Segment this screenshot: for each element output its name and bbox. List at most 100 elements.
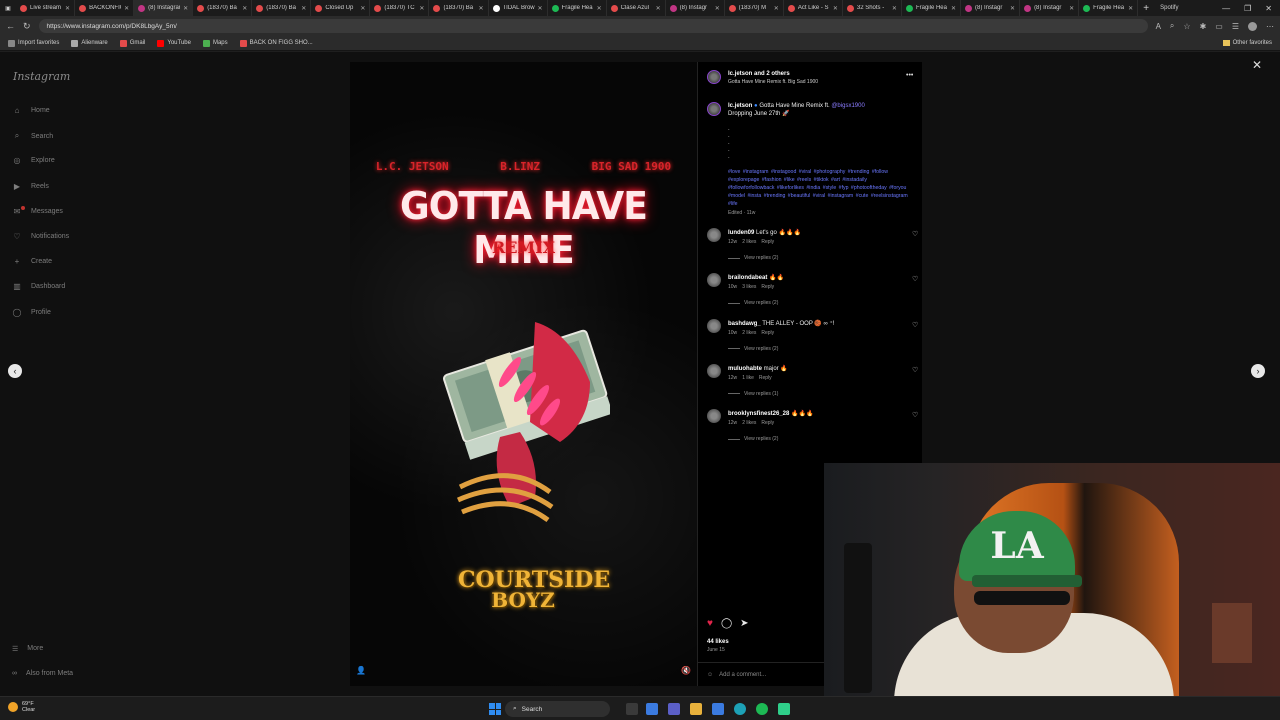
back-icon[interactable]: ← — [6, 21, 15, 31]
sidebar-item-explore[interactable]: ◎ Explore — [12, 156, 55, 165]
sidebar-item-search[interactable]: ⌕ Search — [12, 131, 53, 141]
comment-likes[interactable]: 2 likes — [742, 239, 756, 245]
sidebar-item-reels[interactable]: ▶ Reels — [12, 182, 49, 191]
app-icon[interactable] — [778, 703, 790, 715]
split-screen-icon[interactable]: ▭ — [1215, 22, 1223, 31]
zoom-icon[interactable]: ⌕ — [1170, 21, 1174, 31]
heart-outline-icon[interactable]: ♡ — [912, 321, 918, 329]
browser-tab[interactable]: (18370) Ba ✕ — [252, 0, 312, 16]
browser-tab[interactable]: Live stream ✕ — [16, 0, 76, 16]
other-favorites[interactable]: Other favorites — [1222, 40, 1272, 46]
tab-close-icon[interactable]: ✕ — [301, 5, 306, 12]
sidebar-item-home[interactable]: ⌂ Home — [12, 106, 50, 115]
comment-likes[interactable]: 2 likes — [742, 420, 756, 426]
browser-menu-icon[interactable]: ⋯ — [1266, 22, 1274, 31]
caption-hashtags[interactable]: #love #instagram #instagood #viral #phot… — [728, 168, 913, 208]
heart-outline-icon[interactable]: ♡ — [912, 230, 918, 238]
sidebar-item-dashboard[interactable]: ▥ Dashboard — [12, 282, 65, 291]
browser-tab[interactable]: (8) Instagram ✕ — [134, 0, 194, 16]
post-author[interactable]: lc.jetson and 2 others — [728, 71, 790, 77]
commenter-avatar[interactable] — [707, 273, 721, 288]
comment-likes[interactable]: 1 like — [742, 375, 754, 381]
sidebar-item-more[interactable]: ☰ More — [12, 645, 43, 653]
taskbar-search[interactable]: ⌕ Search — [505, 701, 610, 717]
view-replies-button[interactable]: View replies (2) — [728, 436, 778, 442]
tab-close-icon[interactable]: ✕ — [892, 5, 897, 12]
tab-close-icon[interactable]: ✕ — [715, 5, 720, 12]
read-aloud-icon[interactable]: A — [1156, 22, 1161, 31]
bookmark-item[interactable]: YouTube — [157, 39, 191, 47]
spotify-icon[interactable] — [756, 703, 768, 715]
view-replies-button[interactable]: View replies (2) — [728, 300, 778, 306]
extensions-icon[interactable]: ✱ — [1200, 22, 1207, 31]
commenter-username[interactable]: bashdawg_ — [728, 321, 761, 327]
minimize-icon[interactable]: — — [1222, 4, 1230, 13]
reply-button[interactable]: Reply — [759, 375, 772, 381]
commenter-avatar[interactable] — [707, 228, 721, 242]
heart-outline-icon[interactable]: ♡ — [912, 275, 918, 283]
tab-close-icon[interactable]: ✕ — [1128, 5, 1133, 12]
share-icon[interactable]: ➤ — [740, 618, 748, 629]
tab-close-icon[interactable]: ✕ — [597, 5, 602, 12]
emoji-icon[interactable]: ☺ — [707, 672, 713, 678]
commenter-avatar[interactable] — [707, 363, 721, 378]
tab-close-icon[interactable]: ✕ — [1069, 5, 1074, 12]
sidebar-item-messages[interactable]: ✉ Messages — [12, 205, 63, 216]
tab-close-icon[interactable]: ✕ — [419, 5, 424, 12]
browser-tab[interactable]: (8) Instagr ✕ — [1020, 0, 1080, 16]
commenter-username[interactable]: brailondabeat — [728, 275, 767, 281]
caption-mention[interactable]: @bigsx1900 — [831, 103, 864, 109]
bookmark-item[interactable]: Gmail — [119, 39, 145, 47]
reply-button[interactable]: Reply — [761, 284, 774, 290]
comment-likes[interactable]: 2 likes — [742, 330, 756, 336]
weather-widget[interactable]: 69°F Clear — [8, 701, 35, 713]
more-options-icon[interactable]: ••• — [906, 72, 913, 79]
sidebar-item-also-from-meta[interactable]: ∞ Also from Meta — [12, 670, 73, 677]
browser-tab[interactable]: TIDAL Brow ✕ — [489, 0, 548, 16]
tab-close-icon[interactable]: ✕ — [183, 5, 188, 12]
start-button[interactable] — [489, 703, 501, 715]
browser-tab[interactable]: Act Like - S ✕ — [784, 0, 843, 16]
profile-avatar[interactable] — [1248, 21, 1257, 31]
copilot-icon[interactable] — [646, 703, 658, 715]
store-icon[interactable] — [712, 703, 724, 715]
commenter-username[interactable]: brooklynsfinest26_28 — [728, 411, 789, 417]
browser-tab[interactable]: Fragile Hea ✕ — [548, 0, 607, 16]
maximize-icon[interactable]: ❐ — [1244, 4, 1251, 13]
teams-icon[interactable] — [668, 703, 680, 715]
commenter-username[interactable]: lunden09 — [728, 230, 754, 236]
view-replies-button[interactable]: View replies (2) — [728, 346, 778, 352]
browser-tab[interactable]: (18370) Ba ✕ — [193, 0, 253, 16]
tab-close-icon[interactable]: ✕ — [538, 5, 543, 12]
heart-filled-icon[interactable]: ♥ — [707, 618, 713, 629]
tab-close-icon[interactable]: ✕ — [951, 5, 956, 12]
comment-likes[interactable]: 3 likes — [742, 284, 756, 290]
browser-tab[interactable]: (18370) TC ✕ — [370, 0, 430, 16]
browser-tab[interactable]: 32 Shots - ✕ — [843, 0, 902, 16]
refresh-icon[interactable]: ↻ — [23, 21, 31, 32]
browser-tab[interactable]: BACKONFIG ✕ — [75, 0, 135, 16]
browser-tab[interactable]: (8) Instagr ✕ — [961, 0, 1021, 16]
mute-icon[interactable]: 🔇 — [681, 666, 691, 676]
post-audio-label[interactable]: Gotta Have Mine Remix ft. Big Sad 1900 — [728, 79, 818, 85]
caption-avatar[interactable] — [707, 102, 721, 116]
bookmark-item[interactable]: Maps — [202, 39, 228, 47]
tab-close-icon[interactable]: ✕ — [65, 5, 70, 12]
commenter-avatar[interactable] — [707, 318, 721, 333]
browser-tab[interactable]: (18370) M ✕ — [725, 0, 784, 16]
bookmark-item[interactable]: Alienware — [71, 39, 108, 47]
browser-tab[interactable]: Fragile Hea ✕ — [1079, 0, 1139, 16]
address-bar[interactable]: https://www.instagram.com/p/DK8LbgAy_5m/ — [38, 19, 1148, 33]
favorite-star-icon[interactable]: ☆ — [1183, 22, 1190, 31]
browser-tab[interactable]: (18370) Ba ✕ — [429, 0, 489, 16]
next-post-button[interactable]: › — [1251, 364, 1265, 378]
like-count[interactable]: 44 likes — [707, 639, 729, 645]
tab-spotify[interactable]: Spotify — [1154, 5, 1214, 11]
task-view-icon[interactable] — [626, 703, 638, 715]
caption-username[interactable]: lc.jetson — [728, 103, 752, 109]
bookmark-item[interactable]: Import favorites — [8, 39, 59, 47]
window-menu-icon[interactable]: ▣ — [0, 0, 16, 16]
bookmark-item[interactable]: BACK ON FIGG SHO... — [239, 39, 313, 47]
edge-icon[interactable] — [734, 703, 746, 715]
tab-close-icon[interactable]: ✕ — [656, 5, 661, 12]
